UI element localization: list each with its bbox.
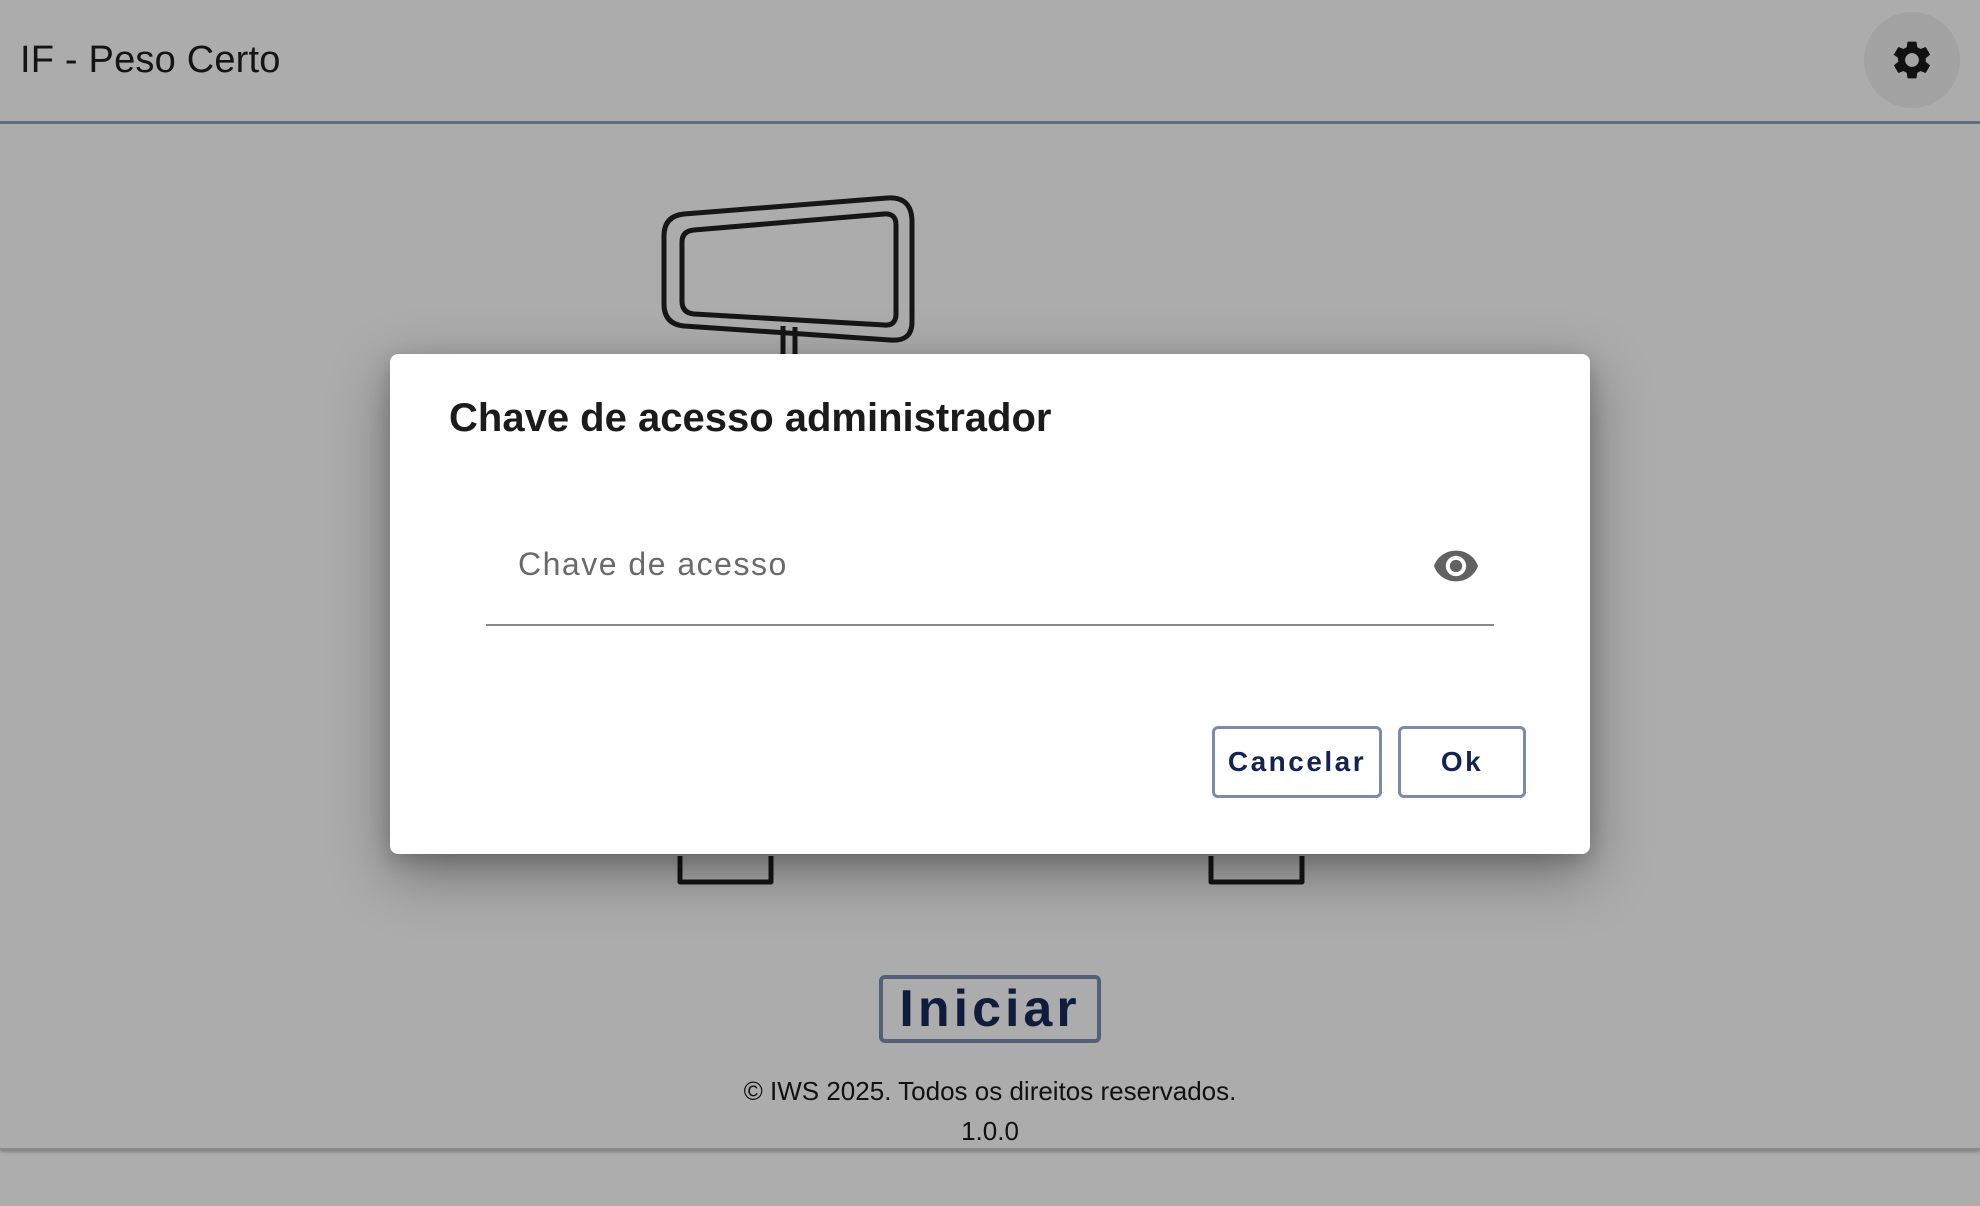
cancel-button[interactable]: Cancelar <box>1212 726 1382 798</box>
settings-button[interactable] <box>1864 12 1960 108</box>
version-text: 1.0.0 <box>961 1116 1019 1146</box>
gear-icon <box>1893 41 1930 79</box>
dialog-title: Chave de acesso administrador <box>449 396 1052 440</box>
app-title: IF - Peso Certo <box>20 39 281 81</box>
access-key-input[interactable] <box>486 504 1494 624</box>
copyright-text: © IWS 2025. Todos os direitos reservados… <box>743 1076 1237 1106</box>
access-key-field <box>486 504 1494 626</box>
eye-icon <box>1433 550 1479 582</box>
outer-background <box>0 1150 1980 1206</box>
start-button[interactable]: Iniciar <box>879 975 1101 1043</box>
admin-key-dialog: Chave de acesso administrador Cancelar O… <box>390 354 1590 854</box>
toggle-visibility-button[interactable] <box>1432 548 1480 584</box>
ok-button[interactable]: Ok <box>1398 726 1526 798</box>
app-header: IF - Peso Certo <box>0 0 1980 124</box>
